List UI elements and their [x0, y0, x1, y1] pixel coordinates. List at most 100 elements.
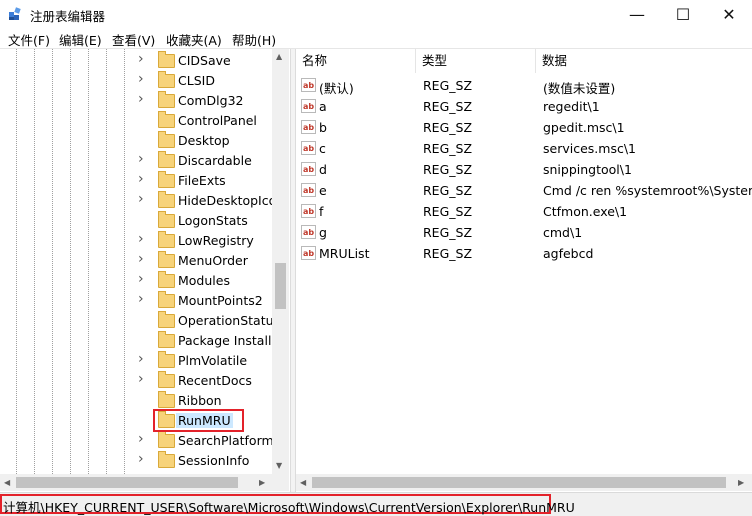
- value-type: REG_SZ: [423, 162, 473, 177]
- chevron-right-icon[interactable]: ›: [138, 91, 148, 107]
- tree-item[interactable]: › MenuOrder: [138, 251, 278, 271]
- values-list[interactable]: 名称 类型 数据 ab (默认) REG_SZ (数值未设置) ab a REG_SZ reg…: [296, 49, 752, 492]
- value-type: REG_SZ: [423, 99, 473, 114]
- menu-favorites[interactable]: 收藏夹(A): [166, 30, 222, 49]
- folder-icon: [158, 51, 175, 68]
- tree-item[interactable]: ControlPanel: [138, 111, 278, 131]
- tree-guide-line: [16, 49, 17, 474]
- tree-item-label: Package Installa: [178, 333, 280, 348]
- chevron-right-icon[interactable]: ›: [138, 371, 148, 387]
- column-header-name[interactable]: 名称: [296, 49, 416, 73]
- tree-item[interactable]: › CLSID: [138, 71, 278, 91]
- key-path: 计算机\HKEY_CURRENT_USER\Software\Microsoft…: [3, 500, 575, 515]
- tree-vertical-scrollbar[interactable]: ▲ ▼: [272, 49, 289, 474]
- chevron-right-icon[interactable]: ›: [138, 251, 148, 267]
- string-value-icon: ab: [301, 99, 316, 113]
- chevron-right-icon[interactable]: ›: [138, 271, 148, 287]
- tree-item[interactable]: › ComDlg32: [138, 91, 278, 111]
- tree-item[interactable]: › CIDSave: [138, 51, 278, 71]
- folder-icon: [158, 231, 175, 248]
- tree-item-label: MenuOrder: [178, 253, 248, 268]
- value-data: gpedit.msc\1: [543, 120, 625, 135]
- tree-item[interactable]: › FileExts: [138, 171, 278, 191]
- tree-item[interactable]: › RecentDocs: [138, 371, 278, 391]
- folder-icon: [158, 211, 175, 228]
- value-row[interactable]: ab b REG_SZ gpedit.msc\1: [296, 117, 752, 138]
- tree-item[interactable]: › SearchPlatform: [138, 431, 278, 451]
- scroll-right-icon[interactable]: ▶: [259, 478, 265, 487]
- chevron-right-icon[interactable]: ›: [138, 191, 148, 207]
- tree-horizontal-scrollbar[interactable]: ◀ ▶: [0, 474, 289, 491]
- tree-item-label: Desktop: [178, 133, 230, 148]
- list-horizontal-scrollbar[interactable]: ◀ ▶: [296, 474, 752, 491]
- value-row[interactable]: ab c REG_SZ services.msc\1: [296, 138, 752, 159]
- chevron-right-icon[interactable]: ›: [138, 231, 148, 247]
- scroll-down-icon[interactable]: ▼: [276, 461, 282, 470]
- value-type: REG_SZ: [423, 183, 473, 198]
- folder-icon: [158, 191, 175, 208]
- value-row[interactable]: ab (默认) REG_SZ (数值未设置): [296, 75, 752, 96]
- minimize-button[interactable]: —: [614, 0, 660, 28]
- maximize-button[interactable]: ☐: [660, 0, 706, 28]
- chevron-right-icon[interactable]: ›: [138, 451, 148, 467]
- tree-item-label: Modules: [178, 273, 230, 288]
- chevron-right-icon[interactable]: ›: [138, 291, 148, 307]
- chevron-right-icon[interactable]: ›: [138, 51, 148, 67]
- string-value-icon: ab: [301, 204, 316, 218]
- tree-item-label: PlmVolatile: [178, 353, 248, 368]
- menu-edit[interactable]: 编辑(E): [59, 30, 102, 49]
- value-row[interactable]: ab a REG_SZ regedit\1: [296, 96, 752, 117]
- scroll-right-icon[interactable]: ▶: [738, 478, 744, 487]
- chevron-right-icon[interactable]: ›: [138, 351, 148, 367]
- value-row[interactable]: ab g REG_SZ cmd\1: [296, 222, 752, 243]
- tree-item[interactable]: › SessionInfo: [138, 451, 278, 471]
- value-row[interactable]: ab e REG_SZ Cmd /c ren %systemroot%\System3: [296, 180, 752, 201]
- value-row[interactable]: ab f REG_SZ Ctfmon.exe\1: [296, 201, 752, 222]
- tree-item[interactable]: LogonStats: [138, 211, 278, 231]
- chevron-right-icon[interactable]: ›: [138, 431, 148, 447]
- tree-scroll-thumb[interactable]: [275, 263, 286, 309]
- tree-item[interactable]: Desktop: [138, 131, 278, 151]
- scroll-left-icon[interactable]: ◀: [4, 478, 10, 487]
- value-type: REG_SZ: [423, 204, 473, 219]
- value-row[interactable]: ab d REG_SZ snippingtool\1: [296, 159, 752, 180]
- scroll-up-icon[interactable]: ▲: [276, 52, 282, 61]
- key-tree[interactable]: › CIDSave › CLSID › ComDlg32 ControlPanel Deskt…: [0, 49, 290, 492]
- folder-icon: [158, 291, 175, 308]
- tree-hscroll-thumb[interactable]: [16, 477, 238, 488]
- tree-item-label: MountPoints2: [178, 293, 263, 308]
- tree-item[interactable]: Package Installa: [138, 331, 280, 351]
- chevron-right-icon[interactable]: ›: [138, 171, 148, 187]
- folder-icon: [158, 71, 175, 88]
- tree-item[interactable]: › MountPoints2: [138, 291, 278, 311]
- menu-view[interactable]: 查看(V): [112, 30, 155, 49]
- tree-item-label: ComDlg32: [178, 93, 244, 108]
- value-data: Cmd /c ren %systemroot%\System3: [543, 183, 752, 198]
- string-value-icon: ab: [301, 120, 316, 134]
- scroll-left-icon[interactable]: ◀: [300, 478, 306, 487]
- column-header-type[interactable]: 类型: [416, 49, 536, 73]
- menu-help[interactable]: 帮助(H): [232, 30, 276, 49]
- chevron-right-icon[interactable]: ›: [138, 71, 148, 87]
- value-row[interactable]: ab MRUList REG_SZ agfebcd: [296, 243, 752, 264]
- menu-file[interactable]: 文件(F): [8, 30, 50, 49]
- tree-item[interactable]: › PlmVolatile: [138, 351, 278, 371]
- value-name: e: [319, 183, 327, 198]
- tree-guide-line: [70, 49, 71, 474]
- value-name: d: [319, 162, 327, 177]
- chevron-right-icon[interactable]: ›: [138, 151, 148, 167]
- tree-item-label: SessionInfo: [178, 453, 250, 468]
- value-type: REG_SZ: [423, 141, 473, 156]
- column-header-data[interactable]: 数据: [536, 49, 752, 73]
- tree-item[interactable]: › Discardable: [138, 151, 278, 171]
- close-button[interactable]: ✕: [706, 0, 752, 28]
- tree-item[interactable]: Ribbon: [138, 391, 278, 411]
- tree-item[interactable]: › HideDesktopIco: [138, 191, 278, 211]
- list-hscroll-thumb[interactable]: [312, 477, 726, 488]
- tree-item[interactable]: OperationStatus: [138, 311, 280, 331]
- string-value-icon: ab: [301, 225, 316, 239]
- tree-item[interactable]: › Modules: [138, 271, 278, 291]
- folder-icon: [158, 171, 175, 188]
- tree-item-label: ControlPanel: [178, 113, 257, 128]
- tree-item[interactable]: › LowRegistry: [138, 231, 278, 251]
